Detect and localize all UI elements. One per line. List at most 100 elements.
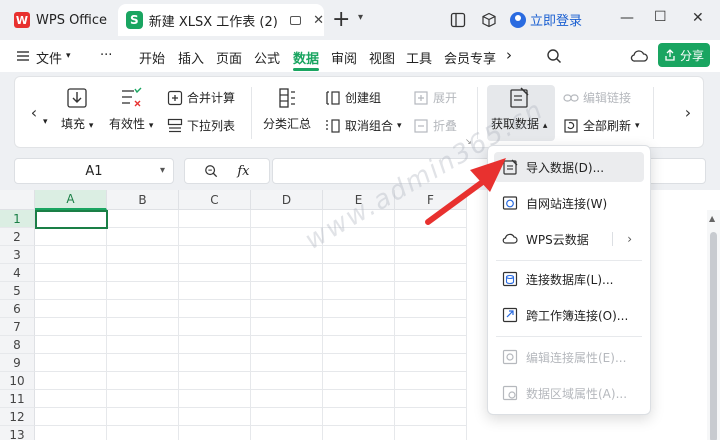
cell-d10[interactable] — [251, 372, 323, 390]
row-header-6[interactable]: 6 — [0, 300, 35, 318]
cell-e7[interactable] — [323, 318, 395, 336]
cell-a7[interactable] — [35, 318, 107, 336]
edit-links-button[interactable]: 编辑链接 — [563, 89, 631, 106]
cell-b2[interactable] — [107, 228, 179, 246]
cell-b6[interactable] — [107, 300, 179, 318]
menu-item-edit-connection[interactable]: 编辑连接属性(E)... — [494, 342, 644, 372]
cell-c10[interactable] — [179, 372, 251, 390]
chevron-down-icon[interactable]: ▾ — [66, 51, 71, 61]
cell-d4[interactable] — [251, 264, 323, 282]
cell-c11[interactable] — [179, 390, 251, 408]
cell-c4[interactable] — [179, 264, 251, 282]
ribbon-scroll-right-icon[interactable]: › — [675, 77, 701, 147]
menu-item-import-data[interactable]: 导入数据(D)... — [494, 152, 644, 182]
cell-e5[interactable] — [323, 282, 395, 300]
cell-b4[interactable] — [107, 264, 179, 282]
cloud-sync-icon[interactable] — [630, 49, 648, 63]
merge-calc-button[interactable]: 合并计算 — [167, 89, 235, 106]
cell-f9[interactable] — [395, 354, 467, 372]
cell-e10[interactable] — [323, 372, 395, 390]
row-header-10[interactable]: 10 — [0, 372, 35, 390]
cell-b8[interactable] — [107, 336, 179, 354]
cell-a13[interactable] — [35, 426, 107, 440]
menu-item-cross-workbook[interactable]: 跨工作簿连接(O)... — [494, 300, 644, 330]
row-header-8[interactable]: 8 — [0, 336, 35, 354]
scroll-up-icon[interactable]: ▲ — [709, 214, 715, 223]
cell-a12[interactable] — [35, 408, 107, 426]
row-header-1[interactable]: 1 — [0, 210, 35, 228]
search-icon[interactable] — [546, 48, 562, 64]
cell-f10[interactable] — [395, 372, 467, 390]
ribbon-scroll-left-icon[interactable]: ‹ — [21, 77, 47, 147]
validity-button[interactable]: 有效性 ▾ — [109, 87, 153, 132]
cell-f12[interactable] — [395, 408, 467, 426]
cell-f4[interactable] — [395, 264, 467, 282]
row-header-7[interactable]: 7 — [0, 318, 35, 336]
minimize-icon[interactable]: — — [620, 10, 634, 26]
zoom-icon[interactable] — [204, 164, 218, 178]
cell-d7[interactable] — [251, 318, 323, 336]
cell-a6[interactable] — [35, 300, 107, 318]
fill-button[interactable]: 填充 ▾ — [61, 87, 93, 132]
cell-c5[interactable] — [179, 282, 251, 300]
cell-d9[interactable] — [251, 354, 323, 372]
cell-b1[interactable] — [107, 210, 179, 228]
cell-b9[interactable] — [107, 354, 179, 372]
menu-item-web-connect[interactable]: 自网站连接(W) — [494, 188, 644, 218]
cell-a5[interactable] — [35, 282, 107, 300]
cell-d13[interactable] — [251, 426, 323, 440]
ungroup-button[interactable]: 取消组合 ▾ — [325, 117, 402, 134]
cell-a9[interactable] — [35, 354, 107, 372]
cell-b7[interactable] — [107, 318, 179, 336]
row-header-3[interactable]: 3 — [0, 246, 35, 264]
select-all-corner[interactable] — [0, 190, 35, 210]
cell-c3[interactable] — [179, 246, 251, 264]
cell-b13[interactable] — [107, 426, 179, 440]
submenu-arrow-icon[interactable]: › — [627, 232, 632, 246]
cube-icon[interactable] — [481, 12, 497, 28]
cell-d8[interactable] — [251, 336, 323, 354]
row-header-11[interactable]: 11 — [0, 390, 35, 408]
chevron-down-icon[interactable]: ▾ — [358, 12, 363, 23]
chevron-down-icon[interactable]: ▾ — [43, 117, 48, 127]
menu-item-page[interactable]: 页面 — [216, 48, 242, 67]
column-header-d[interactable]: D — [251, 190, 323, 210]
vertical-scrollbar[interactable]: ▲ — [707, 210, 720, 440]
cell-c8[interactable] — [179, 336, 251, 354]
menu-item-member[interactable]: 会员专享 — [444, 48, 496, 67]
cell-f1[interactable] — [395, 210, 467, 228]
cell-e3[interactable] — [323, 246, 395, 264]
cell-d12[interactable] — [251, 408, 323, 426]
cell-c7[interactable] — [179, 318, 251, 336]
menu-item-home[interactable]: 开始 — [139, 48, 165, 67]
menu-item-formula[interactable]: 公式 — [254, 48, 280, 67]
cell-b11[interactable] — [107, 390, 179, 408]
cell-b3[interactable] — [107, 246, 179, 264]
cell-e9[interactable] — [323, 354, 395, 372]
menu-item-connect-database[interactable]: 连接数据库(L)... — [494, 264, 644, 294]
cell-e12[interactable] — [323, 408, 395, 426]
cell-e13[interactable] — [323, 426, 395, 440]
close-tab-icon[interactable]: ✕ — [313, 13, 324, 28]
cell-e4[interactable] — [323, 264, 395, 282]
row-header-5[interactable]: 5 — [0, 282, 35, 300]
cell-e6[interactable] — [323, 300, 395, 318]
cell-c6[interactable] — [179, 300, 251, 318]
scrollbar-thumb[interactable] — [710, 232, 717, 440]
menu-item-insert[interactable]: 插入 — [178, 48, 204, 67]
cell-d6[interactable] — [251, 300, 323, 318]
subtotal-button[interactable]: 分类汇总 — [263, 87, 311, 132]
cell-c13[interactable] — [179, 426, 251, 440]
menu-item-wps-cloud[interactable]: WPS云数据 › — [494, 224, 644, 254]
cell-b5[interactable] — [107, 282, 179, 300]
menu-item-range-properties[interactable]: 数据区域属性(A)... — [494, 378, 644, 408]
menu-item-view[interactable]: 视图 — [369, 48, 395, 67]
menu-item-data[interactable]: 数据 — [293, 48, 319, 67]
row-header-13[interactable]: 13 — [0, 426, 35, 440]
cell-b12[interactable] — [107, 408, 179, 426]
row-header-2[interactable]: 2 — [0, 228, 35, 246]
share-button[interactable]: 分享 — [658, 43, 710, 67]
column-header-b[interactable]: B — [107, 190, 179, 210]
cell-f7[interactable] — [395, 318, 467, 336]
cell-a3[interactable] — [35, 246, 107, 264]
